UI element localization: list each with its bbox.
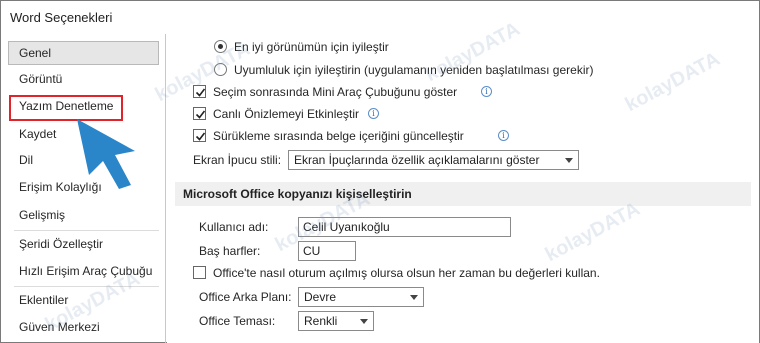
checkmark-icon	[195, 132, 206, 141]
initials-label: Baş harfler:	[199, 244, 261, 258]
radio-compat-label: Uyumluluk için iyileştirin (uygulamanın …	[234, 63, 594, 77]
sidebar-item-genel[interactable]: Genel	[8, 41, 159, 65]
checkbox-always-use[interactable]	[193, 266, 206, 279]
chevron-down-icon	[360, 319, 368, 324]
sidebar-item-guven-merkezi[interactable]: Güven Merkezi	[8, 315, 159, 339]
checkbox-minitoolbar[interactable]	[193, 85, 206, 98]
options-main-pane: En iyi görünümün için iyileştir Uyumlulu…	[167, 34, 759, 343]
sidebar-item-goruntu[interactable]: Görüntü	[8, 67, 159, 91]
theme-label: Office Teması:	[199, 314, 276, 328]
title-bar: Word Seçenekleri	[1, 1, 759, 34]
sidebar-item-seridi-ozellestir[interactable]: Şeridi Özelleştir	[8, 232, 159, 256]
checkbox-drag-update[interactable]	[193, 129, 206, 142]
checkbox-drag-update-label: Sürükleme sırasında belge içeriğini günc…	[213, 129, 464, 143]
sidebar-divider	[14, 286, 159, 287]
background-label: Office Arka Planı:	[199, 290, 292, 304]
theme-select-value: Renkli	[304, 314, 338, 328]
window-title: Word Seçenekleri	[10, 10, 113, 25]
username-label: Kullanıcı adı:	[199, 220, 269, 234]
scrollbar[interactable]	[751, 34, 759, 343]
checkbox-always-use-label: Office'te nasıl oturum açılmış olursa ol…	[213, 266, 600, 280]
checkbox-minitoolbar-label: Seçim sonrasında Mini Araç Çubuğunu göst…	[213, 85, 458, 99]
info-icon[interactable]: i	[368, 108, 379, 119]
radio-best-appearance[interactable]	[214, 40, 227, 53]
checkbox-live-preview-label: Canlı Önizlemeyi Etkinleştir	[213, 107, 360, 121]
chevron-down-icon	[565, 158, 573, 163]
checkmark-icon	[195, 110, 206, 119]
chevron-down-icon	[410, 295, 418, 300]
background-select[interactable]: Devre	[298, 287, 424, 307]
initials-input[interactable]: CU	[298, 241, 356, 261]
sidebar-item-gelismis[interactable]: Gelişmiş	[8, 203, 159, 227]
theme-select[interactable]: Renkli	[298, 311, 374, 331]
sidebar-divider	[14, 230, 159, 231]
checkmark-icon	[195, 88, 206, 97]
sidebar-item-eklentiler[interactable]: Eklentiler	[8, 288, 159, 312]
screentip-select[interactable]: Ekran İpuçlarında özellik açıklamalarını…	[288, 150, 579, 170]
radio-best-appearance-label: En iyi görünümün için iyileştir	[234, 40, 389, 54]
screentip-select-value: Ekran İpuçlarında özellik açıklamalarını…	[294, 153, 540, 167]
screentip-label: Ekran İpucu stili:	[193, 153, 282, 167]
section-header-personalize: Microsoft Office kopyanızı kişiselleştir…	[175, 182, 753, 206]
info-icon[interactable]: i	[481, 86, 492, 97]
pointer-arrow-icon	[77, 119, 135, 189]
info-icon[interactable]: i	[498, 130, 509, 141]
pane-divider	[165, 34, 166, 343]
background-select-value: Devre	[304, 290, 337, 304]
checkbox-live-preview[interactable]	[193, 107, 206, 120]
radio-compat[interactable]	[214, 63, 227, 76]
sidebar-item-hizli-erisim[interactable]: Hızlı Erişim Araç Çubuğu	[8, 259, 159, 283]
options-window: Word Seçenekleri Genel Görüntü Yazım Den…	[0, 0, 760, 343]
username-input[interactable]: Celil Uyanıkoğlu	[298, 217, 511, 237]
